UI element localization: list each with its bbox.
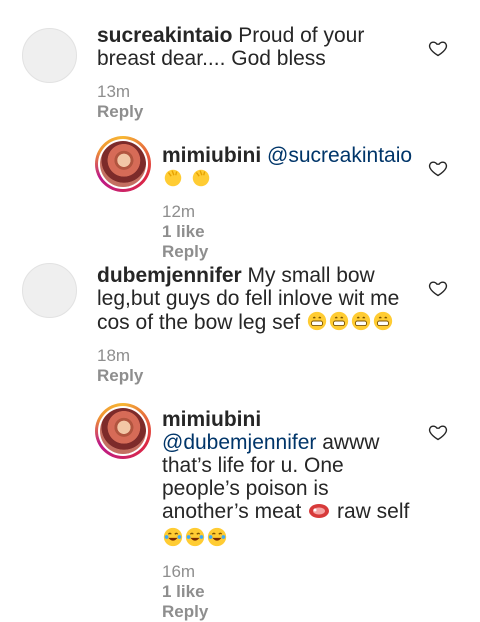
likes-count[interactable]: 1 like	[162, 222, 205, 241]
emoji-clap	[190, 167, 212, 194]
comment-body: mimiubini @sucreakintaio	[162, 144, 432, 194]
heart-icon[interactable]	[428, 278, 448, 298]
emoji-meat	[307, 501, 331, 526]
emoji-grin	[328, 310, 350, 337]
reply-button[interactable]: Reply	[97, 102, 143, 121]
comment-time: 12m	[162, 202, 196, 221]
emoji-laugh-tears	[206, 526, 228, 553]
avatar[interactable]	[22, 263, 77, 318]
likes-count[interactable]: 1 like	[162, 582, 205, 601]
comment-body: mimiubini @dubemjennifer awww that’s lif…	[162, 408, 412, 553]
comment-meta: 16m 1 like Reply	[162, 562, 240, 622]
comment-body: dubemjennifer My small bow leg,but guys …	[97, 264, 415, 337]
comment-username[interactable]: dubemjennifer	[97, 264, 242, 287]
reply-button[interactable]: Reply	[162, 602, 208, 621]
comment-meta: 13m Reply	[97, 82, 175, 122]
comment-meta: 18m Reply	[97, 346, 175, 386]
mention-link[interactable]: @sucreakintaio	[267, 144, 412, 167]
comment-username[interactable]: mimiubini	[162, 408, 261, 431]
comment-text: raw self	[337, 500, 410, 523]
comment-time: 13m	[97, 82, 131, 101]
comment-time: 16m	[162, 562, 196, 581]
emoji-grin	[306, 310, 328, 337]
avatar[interactable]	[22, 28, 77, 83]
reply-button[interactable]: Reply	[97, 366, 143, 385]
emoji-laugh-tears	[162, 526, 184, 553]
heart-icon[interactable]	[428, 422, 448, 442]
comment-meta: 12m 1 like Reply	[162, 202, 240, 262]
reply-button[interactable]: Reply	[162, 242, 208, 261]
avatar[interactable]	[95, 136, 151, 192]
heart-icon[interactable]	[428, 158, 448, 178]
comment-username[interactable]: mimiubini	[162, 144, 261, 167]
emoji-grin	[350, 310, 372, 337]
comment-body: sucreakintaio Proud of your breast dear.…	[97, 24, 397, 70]
heart-icon[interactable]	[428, 38, 448, 58]
emoji-laugh-tears	[184, 526, 206, 553]
emoji-grin	[372, 310, 394, 337]
avatar[interactable]	[95, 403, 151, 459]
comment-username[interactable]: sucreakintaio	[97, 24, 232, 47]
emoji-clap	[162, 167, 184, 194]
comment-time: 18m	[97, 346, 131, 365]
mention-link[interactable]: @dubemjennifer	[162, 431, 316, 454]
